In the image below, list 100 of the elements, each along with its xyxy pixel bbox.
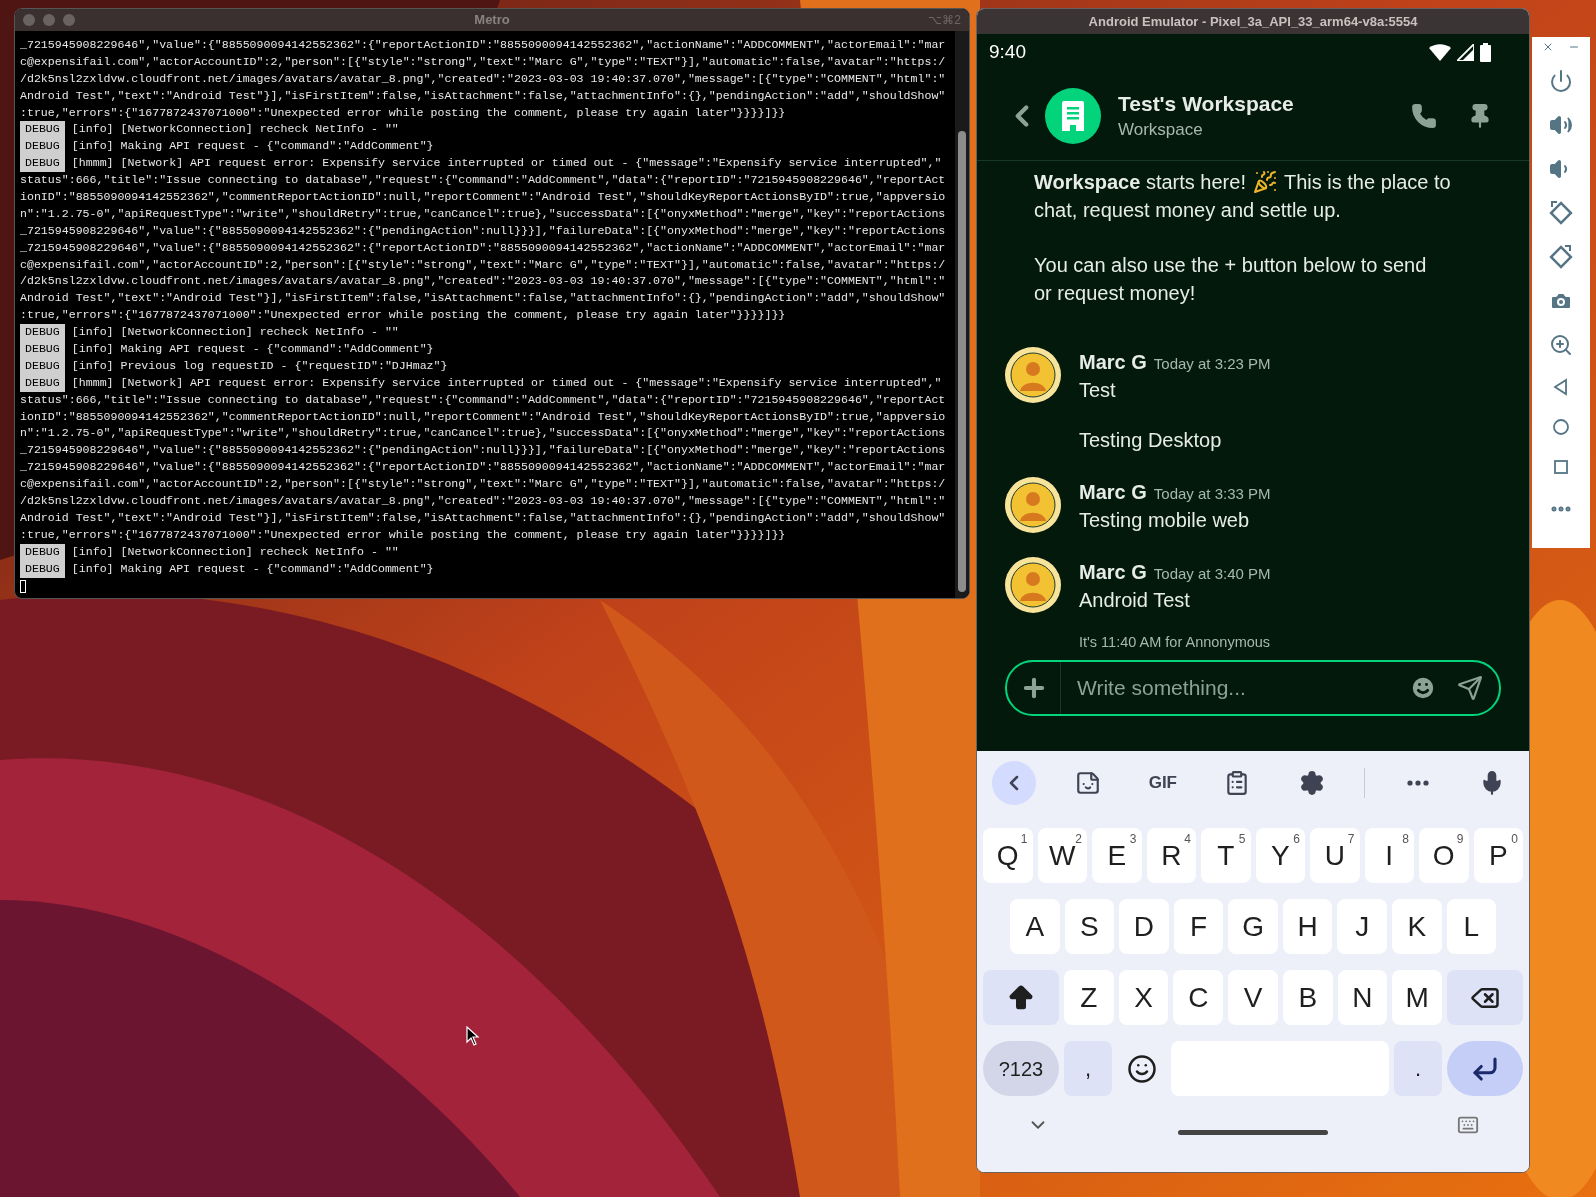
debug-tag: DEBUG xyxy=(20,543,65,561)
key[interactable]: H xyxy=(1282,899,1333,954)
log-line: _7215945908229646","value":{"8855090094142552362":{"reportActionID":"8855090094142552362","actionName":"ADDCOMMENT","actorEmail":"mar xyxy=(20,37,946,53)
chat-title: Test's Workspace xyxy=(1118,90,1294,117)
message-time: Today at 3:40 PM xyxy=(1153,564,1271,584)
debug-tag: DEBUG xyxy=(20,341,65,358)
key-hint: 1 xyxy=(1020,831,1028,848)
key-hint: 4 xyxy=(1184,831,1191,848)
phone-icon[interactable] xyxy=(1411,102,1437,129)
wifi-icon xyxy=(1429,44,1451,61)
log-line: c@expensifail.com","actorAccountID":2,"person":[{"style":"strong","text":"Marc G","type":"TEXT"}],"automatic":false,"avatar":"https:/ xyxy=(20,476,946,493)
volume-up-icon[interactable] xyxy=(1549,113,1573,137)
key[interactable]: Z xyxy=(1064,970,1114,1025)
log-line: status":666,"title":"Issue connecting to database","request":{"command":"AddComment","data":{"reportID":"7215945908229646","reportAct xyxy=(20,172,946,189)
log-line: :true,"errors":{"1677872437071000":"Unexpected error while posting the comment, please try again later"}}}}]}} xyxy=(20,526,786,543)
message-text: Testing mobile web xyxy=(1079,508,1251,533)
back-button[interactable] xyxy=(992,761,1036,805)
navigation-handle[interactable] xyxy=(1178,1129,1328,1135)
log-line: Android Test","text":"Android Test"}],"isFirstItem":false,"isAttachment":false,"attachmentInfo":{},"pendingAction":"add","shouldShow" xyxy=(20,87,946,104)
log-line: Android Test","text":"Android Test"}],"isFirstItem":false,"isAttachment":false,"attachmentInfo":{},"pendingAction":"add","shouldShow" xyxy=(20,290,946,307)
log-line: [info] Making API request - {"command":"AddComment"} xyxy=(71,560,434,577)
symbols-key[interactable]: ?123 xyxy=(983,1041,1059,1096)
power-icon[interactable] xyxy=(1549,69,1573,93)
enter-key[interactable] xyxy=(1447,1041,1523,1096)
signal-icon xyxy=(1457,44,1474,61)
log-line: _7215945908229646","value":{"8855090094142552362":{"reportActionID":"8855090094142552362","actionName":"ADDCOMMENT","actorEmail":"mar xyxy=(20,239,946,256)
battery-icon xyxy=(1480,43,1491,62)
key-hint: 6 xyxy=(1293,831,1300,848)
key[interactable]: K xyxy=(1391,899,1442,954)
composer-field[interactable]: Write something... xyxy=(1005,660,1501,716)
key[interactable]: A xyxy=(1010,899,1060,954)
log-line: [info] [NetworkConnection] recheck NetInfo - "" xyxy=(71,324,399,341)
log-line: status":666,"title":"Issue connecting to database","request":{"command":"AddComment","data":{"reportID":"7215945908229646","reportAct xyxy=(20,391,946,408)
welcome-text: This is the place to xyxy=(1283,170,1451,195)
debug-tag: DEBUG xyxy=(20,138,65,156)
key[interactable]: M xyxy=(1392,970,1443,1025)
party-popper-icon xyxy=(1252,170,1277,194)
avatar xyxy=(1005,557,1061,613)
key[interactable]: N xyxy=(1337,970,1388,1025)
log-line: /d2k5nsl2zxldvw.cloudfront.net/images/avatars/avatar_8.png","created":"2023-03-03 19:40:37.070","message":[{"type":"COMMENT","html":" xyxy=(20,493,946,510)
key-hint: 8 xyxy=(1402,831,1409,848)
key[interactable]: S xyxy=(1064,899,1115,954)
welcome-text: You can also use the + button below to send xyxy=(1034,253,1427,278)
key[interactable]: G xyxy=(1228,899,1278,954)
overview-icon[interactable] xyxy=(1551,457,1571,477)
log-line: ionID":"8855090094142552362","commentReportActionID":null,"reportComment":"Android Test","shouldKeyReportActionsByID":true,"appversio xyxy=(20,189,946,205)
key-hint: 5 xyxy=(1238,831,1246,848)
shift-key[interactable] xyxy=(983,970,1059,1025)
home-icon[interactable] xyxy=(1551,417,1571,437)
log-line: [info] Making API request - {"command":"AddComment"} xyxy=(71,138,434,155)
author-name: Marc G xyxy=(1079,560,1147,585)
text-cursor xyxy=(20,579,26,593)
key[interactable]: , xyxy=(1064,1041,1112,1096)
message-text: Test xyxy=(1079,378,1117,403)
key[interactable]: C xyxy=(1173,970,1224,1025)
log-line: _7215945908229646","value":{"8855090094142552362":{"pendingAction":null}}}],"failureData":[{"onyxMethod":"merge","key":"reportActions xyxy=(20,442,946,459)
key[interactable]: B xyxy=(1282,970,1333,1025)
key[interactable]: D xyxy=(1119,899,1169,954)
log-line: c@expensifail.com","actorAccountID":2,"person":[{"style":"strong","text":"Marc G","type":"TEXT"}],"automatic":false,"avatar":"https:/ xyxy=(20,53,946,70)
key-hint: 7 xyxy=(1347,831,1355,848)
avatar xyxy=(1005,347,1061,403)
backspace-key[interactable] xyxy=(1447,970,1524,1025)
message-time: Today at 3:23 PM xyxy=(1153,354,1271,374)
welcome-text: or request money! xyxy=(1034,281,1196,306)
log-line: [info] Previous log requestID - {"requestID":"DJHmaz"} xyxy=(71,357,448,374)
log-line: [info] [NetworkConnection] recheck NetInfo - "" xyxy=(71,121,399,138)
log-line: [hmmm] [Network] API request error: Expensify service interrupted or timed out - {"message":"Expensify service interrupted"," xyxy=(71,155,942,172)
debug-tag: DEBUG xyxy=(20,324,65,342)
window-title: Metro xyxy=(474,11,510,30)
zoom-icon[interactable] xyxy=(1549,333,1573,357)
key[interactable]: L xyxy=(1446,899,1497,954)
status-time: 9:40 xyxy=(989,40,1026,65)
local-time: It's 11:40 AM for Annonymous xyxy=(1079,633,1272,652)
window-title: Android Emulator - Pixel_3a_API_33_arm64-v8a:5554 xyxy=(1088,12,1418,31)
author-name: Marc G xyxy=(1079,350,1147,375)
key[interactable]: J xyxy=(1337,899,1387,954)
keyboard-icon[interactable] xyxy=(1457,1114,1479,1136)
emoji-icon[interactable] xyxy=(1409,674,1437,702)
gif-button[interactable]: GIF xyxy=(1140,761,1185,805)
key-hint: 2 xyxy=(1075,831,1082,846)
send-icon[interactable] xyxy=(1457,675,1483,701)
log-line: :true,"errors":{"1677872437071000":"Unexpected error while posting the comment, please try again later"}}}}]}} xyxy=(20,307,786,324)
key[interactable]: F xyxy=(1173,899,1224,954)
key[interactable]: I 8 xyxy=(1364,828,1414,883)
close-icon[interactable] xyxy=(1542,41,1554,53)
message-input[interactable]: Write something... xyxy=(1077,672,1409,704)
log-line: n":"1.2.75-0","apiRequestType":"write","shouldRetry":true,"canCancel":true},"successData":[{"onyxMethod":"merge","key":"reportActions xyxy=(20,425,946,442)
log-line: :true,"errors":{"1677872437071000":"Unexpected error while posting the comment, please try again later"}}}}]}} xyxy=(20,104,786,121)
rotate-left-icon[interactable] xyxy=(1549,201,1573,225)
log-line: [info] Making API request - {"command":"AddComment"} xyxy=(71,341,434,358)
key[interactable]: . xyxy=(1394,1041,1442,1096)
building-icon xyxy=(1062,100,1084,131)
chat-subtitle: Workspace xyxy=(1118,118,1204,141)
key[interactable]: X xyxy=(1118,970,1169,1025)
log-line: c@expensifail.com","actorAccountID":2,"person":[{"style":"strong","text":"Marc G","type":"TEXT"}],"automatic":false,"avatar":"https:/ xyxy=(20,256,946,273)
rotate-right-icon[interactable] xyxy=(1549,245,1573,269)
message-text: Testing Desktop xyxy=(1079,428,1223,453)
log-line: ionID":"8855090094142552362","commentReportActionID":null,"reportComment":"Android Test","shouldKeyReportActionsByID":true,"appversio xyxy=(20,408,946,425)
more-icon xyxy=(1406,780,1429,786)
key[interactable]: V xyxy=(1228,970,1278,1025)
